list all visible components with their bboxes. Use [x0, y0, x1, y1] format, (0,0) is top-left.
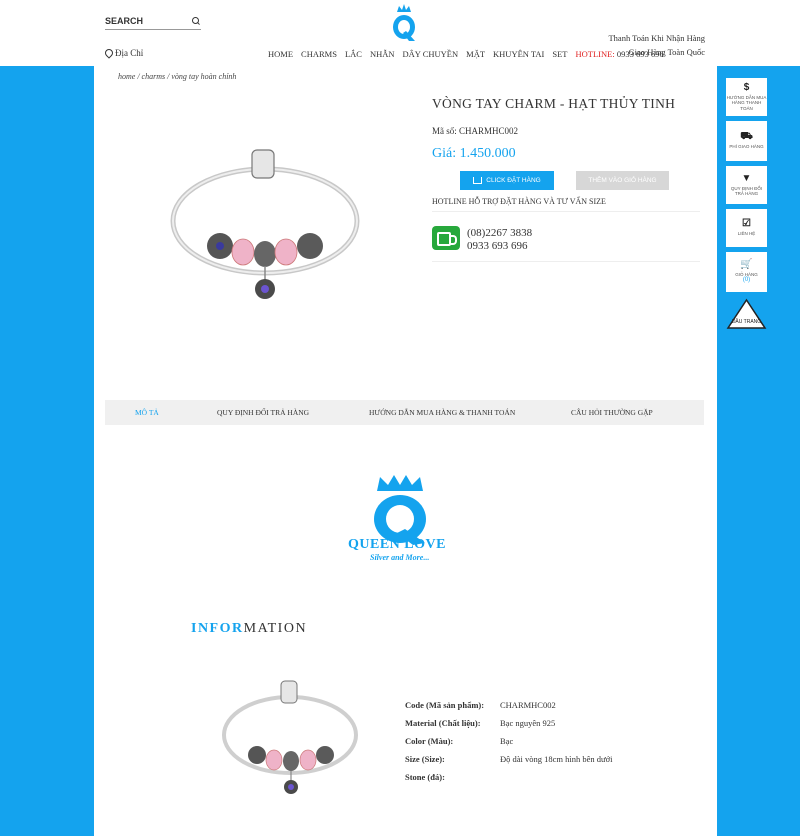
- cart-icon: 🛒: [740, 258, 753, 270]
- support-hotline-title: HOTLINE HỖ TRỢ ĐẶT HÀNG VÀ TƯ VẤN SIZE: [432, 197, 606, 206]
- info-heading-rest: MATION: [243, 621, 308, 636]
- spec-value: Bạc: [500, 736, 514, 746]
- spec-key: Stone (đá):: [405, 772, 445, 782]
- product-image[interactable]: [160, 146, 370, 306]
- nav-set[interactable]: SET: [552, 49, 567, 59]
- description-section: QUEEN LOVE Silver and More... INFORMATIO…: [105, 427, 704, 836]
- address-link[interactable]: Địa Chỉ: [105, 48, 143, 58]
- product-tabs: MÔ TẢ QUY ĐỊNH ĐỔI TRẢ HÀNG HƯỚNG DẪN MU…: [105, 400, 704, 425]
- spec-row: Material (Chất liệu): Bạc nguyên 925: [405, 718, 555, 728]
- order-button-label: CLICK ĐẶT HÀNG: [486, 177, 541, 184]
- nav-home[interactable]: HOME: [268, 49, 293, 59]
- divider: [432, 211, 700, 212]
- order-button[interactable]: CLICK ĐẶT HÀNG: [460, 171, 554, 190]
- tab-purchase-guide[interactable]: HƯỚNG DẪN MUA HÀNG & THANH TOÁN: [369, 408, 515, 417]
- phone-icon: [432, 226, 460, 250]
- spec-key: Material (Chất liệu):: [405, 718, 481, 728]
- info-heading-bold: INFOR: [191, 621, 244, 636]
- spec-value: CHARMHC002: [500, 700, 556, 710]
- spec-key: Color (Màu):: [405, 736, 454, 746]
- site-header: Địa Chỉ HOME CHARMS LẮC NHẪN DÂY CHUYỀN …: [0, 0, 800, 66]
- tab-faq[interactable]: CÂU HỎI THƯỜNG GẶP: [571, 408, 653, 417]
- float-contact-label: LIÊN HỆ: [737, 231, 756, 237]
- spec-key: Size (Size):: [405, 754, 445, 764]
- spec-value: Độ dài vòng 18cm hình bên dưới: [500, 754, 613, 764]
- nav-lac[interactable]: LẮC: [345, 49, 362, 59]
- nav-day-chuyen[interactable]: DÂY CHUYỀN: [403, 49, 459, 59]
- breadcrumb[interactable]: home / charms / vòng tay hoàn chỉnh: [118, 72, 236, 81]
- shipping-notice: Giao Hàng Toàn Quốc: [628, 47, 705, 57]
- search-icon[interactable]: [191, 16, 201, 26]
- float-cart[interactable]: 🛒 GIỎ HÀNG (0): [726, 252, 767, 292]
- search-input[interactable]: [105, 15, 181, 26]
- info-product-image: [222, 680, 358, 794]
- float-shipping-fee[interactable]: ⛟ PHÍ GIAO HÀNG: [726, 121, 767, 161]
- back-to-top-button[interactable]: ĐẦU TRANG: [726, 298, 767, 330]
- float-shipping-label: PHÍ GIAO HÀNG: [729, 144, 764, 150]
- float-return-label: QUY ĐỊNH ĐỔI TRẢ HÀNG: [730, 185, 763, 196]
- left-blue-band: [0, 66, 94, 836]
- spec-row: Stone (đá):: [405, 772, 500, 782]
- queen-love-logo[interactable]: [388, 3, 420, 43]
- phone-landline[interactable]: (08)2267 3838: [467, 227, 532, 239]
- truck-icon: ⛟: [740, 131, 753, 143]
- cart-icon: [473, 177, 483, 184]
- main-nav: HOME CHARMS LẮC NHẪN DÂY CHUYỀN MẶT KHUY…: [268, 49, 664, 59]
- brand-tagline: Silver and More...: [370, 553, 430, 562]
- brand-name: QUEEN LOVE: [348, 537, 446, 552]
- shirt-icon: ▼: [741, 172, 752, 184]
- product-price: Giá: 1.450.000: [432, 146, 516, 161]
- spec-row: Color (Màu): Bạc: [405, 736, 513, 746]
- product-title: VÒNG TAY CHARM - HẠT THỦY TINH: [432, 96, 676, 111]
- dollar-icon: $: [743, 81, 750, 93]
- hotline-label: HOTLINE:: [575, 49, 615, 59]
- spec-key: Code (Mã sản phẩm):: [405, 700, 485, 710]
- tab-description[interactable]: MÔ TẢ: [135, 408, 159, 417]
- float-guide-label: HƯỚNG DẪN MUA HÀNG THANH TOÁN: [726, 94, 767, 111]
- phone-mobile[interactable]: 0933 693 696: [467, 240, 528, 252]
- checkbox-icon: ☑: [742, 218, 751, 230]
- map-pin-icon: [105, 49, 112, 58]
- nav-charms[interactable]: CHARMS: [301, 49, 337, 59]
- information-heading: INFORMATION: [191, 621, 307, 637]
- back-to-top-label: ĐẦU TRANG: [732, 318, 761, 325]
- divider: [432, 261, 700, 262]
- float-contact[interactable]: ☑ LIÊN HỆ: [726, 209, 767, 247]
- spec-row: Size (Size): Độ dài vòng 18cm hình bên dư…: [405, 754, 613, 764]
- cod-notice: Thanh Toán Khi Nhận Hàng: [608, 33, 705, 43]
- product-sku: Mã số: CHARMHC002: [432, 126, 519, 136]
- spec-value: Bạc nguyên 925: [500, 718, 556, 728]
- product-panel: home / charms / vòng tay hoàn chỉnh VÒNG…: [105, 66, 704, 389]
- tab-return-policy[interactable]: QUY ĐỊNH ĐỔI TRẢ HÀNG: [217, 408, 309, 417]
- nav-nhan[interactable]: NHẪN: [370, 49, 395, 59]
- float-guide-payment[interactable]: $ HƯỚNG DẪN MUA HÀNG THANH TOÁN: [726, 78, 767, 116]
- spec-row: Code (Mã sản phẩm): CHARMHC002: [405, 700, 556, 710]
- add-to-cart-button[interactable]: THÊM VÀO GIỎ HÀNG: [576, 171, 669, 190]
- float-return-policy[interactable]: ▼ QUY ĐỊNH ĐỔI TRẢ HÀNG: [726, 166, 767, 204]
- address-label: Địa Chỉ: [115, 48, 144, 58]
- cart-count: (0): [742, 277, 751, 284]
- search-box[interactable]: [105, 12, 201, 30]
- nav-khuyen-tai[interactable]: KHUYÊN TAI: [493, 49, 544, 59]
- nav-mat[interactable]: MẶT: [466, 49, 485, 59]
